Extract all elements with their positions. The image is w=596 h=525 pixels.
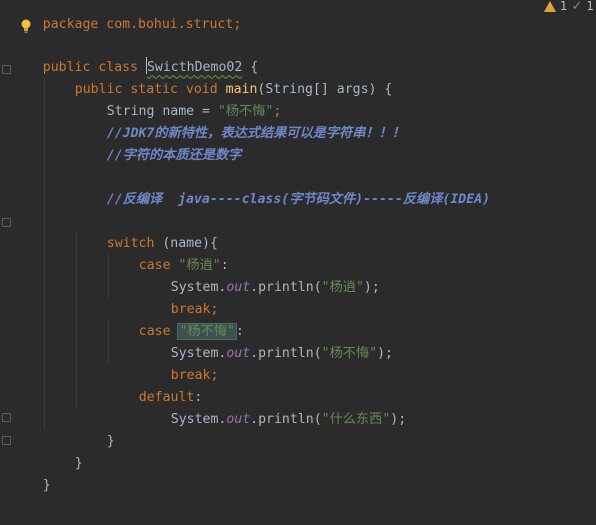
code-line-case-1: case "杨逍":	[107, 233, 229, 273]
code-line-close-main: }	[43, 431, 83, 471]
comment: //字符的本质还是数字	[106, 148, 242, 163]
code-editor[interactable]: 1 ✓ 1 package com.bohui.struct; public c…	[0, 0, 596, 525]
checks-count: 1	[586, 0, 594, 13]
comment: //反编译 java----class(字节码文件)-----反编译(IDEA)	[106, 192, 491, 207]
code-line-switch: switch (name){	[75, 211, 218, 251]
string-literal: "杨不悔"	[321, 346, 378, 361]
code-line-comment-2: //字符的本质还是数字	[75, 123, 242, 163]
system-ref: System.	[170, 412, 227, 427]
code-line-main-decl: public static void main(String[] args) {	[43, 57, 393, 97]
code-line-case-2: case "杨不悔":	[107, 299, 244, 340]
fold-marker[interactable]	[2, 436, 11, 445]
close-paren: );	[377, 346, 393, 361]
code-line-class-decl: public class SwicthDemo02 {	[11, 35, 258, 75]
code-line-default: default:	[107, 365, 203, 405]
string-literal: "杨逍"	[321, 280, 364, 295]
field-out: out	[226, 412, 251, 427]
inspection-status[interactable]: 1 ✓ 1	[543, 0, 594, 14]
close-paren: );	[363, 280, 380, 295]
code-line-name-decl: String name = "杨不悔";	[75, 79, 282, 119]
double-check-icon: ✓	[571, 0, 583, 14]
warning-icon	[543, 0, 556, 12]
field-out: out	[226, 280, 251, 295]
code-line-println-2: System.out.println("杨不悔");	[139, 321, 393, 361]
code-line-println-3: System.out.println("什么东西");	[139, 387, 406, 427]
fold-marker[interactable]	[2, 65, 11, 74]
fold-marker[interactable]	[2, 413, 11, 422]
semicolon: ;	[210, 368, 219, 383]
println-call: .println(	[250, 412, 322, 427]
closing-brace: }	[42, 478, 51, 493]
closing-brace: }	[106, 434, 115, 449]
code-line-close-switch: }	[75, 409, 115, 449]
code-line-comment-1: //JDK7的新特性，表达式结果可以是字符串！！！	[75, 101, 405, 141]
code-line-break-1: break;	[139, 277, 219, 317]
string-literal: "什么东西"	[321, 412, 391, 427]
code-line-package: package com.bohui.struct;	[11, 0, 242, 32]
package-statement: package com.bohui.struct;	[42, 17, 242, 32]
println-call: .println(	[250, 280, 322, 295]
code-line-close-class: }	[11, 453, 51, 493]
field-out: out	[226, 346, 251, 361]
println-call: .println(	[250, 346, 322, 361]
code-line-comment-3: //反编译 java----class(字节码文件)-----反编译(IDEA)	[75, 167, 490, 207]
close-paren: );	[390, 412, 407, 427]
code-line-println-1: System.out.println("杨逍");	[139, 255, 380, 295]
code-line-break-2: break;	[139, 343, 219, 383]
closing-brace: }	[74, 456, 83, 471]
fold-marker[interactable]	[2, 218, 11, 227]
indent-guide	[44, 78, 45, 430]
warnings-count: 1	[559, 0, 568, 13]
